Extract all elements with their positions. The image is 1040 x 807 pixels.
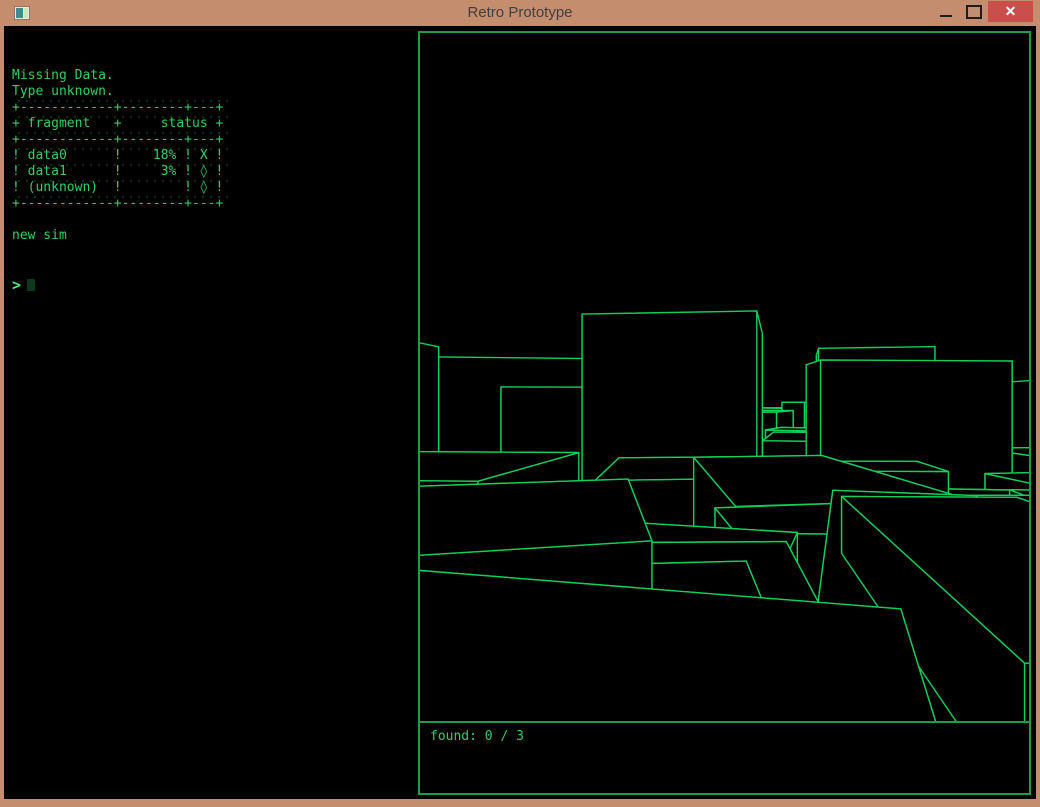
- terminal-line: new sim: [12, 228, 412, 244]
- maximize-button[interactable]: [960, 0, 988, 23]
- terminal-output: Missing Data.Type unknown.+------------+…: [12, 36, 412, 326]
- title-bar[interactable]: Retro Prototype ✕: [0, 0, 1040, 26]
- terminal-line: +------------+--------+---+: [12, 132, 230, 148]
- terminal-line: [12, 212, 412, 228]
- wireframe-scene-svg: [420, 33, 1029, 721]
- content-area: Missing Data.Type unknown.+------------+…: [4, 26, 1036, 799]
- minimize-icon: [940, 15, 952, 17]
- cursor-block: [27, 279, 35, 291]
- terminal-line: Type unknown.: [12, 84, 412, 100]
- found-counter: found: 0 / 3: [430, 729, 524, 744]
- app-window: Retro Prototype ✕ Missing Data.Type unkn…: [0, 0, 1040, 807]
- terminal-line: Missing Data.: [12, 68, 412, 84]
- close-icon: ✕: [1005, 3, 1017, 20]
- terminal-line: +------------+--------+---+: [12, 100, 230, 116]
- terminal-line: + fragment + status +: [12, 116, 230, 132]
- terminal-line: ! (unknown) ! ! ◊ !: [12, 180, 230, 196]
- wireframe-viewport[interactable]: [418, 31, 1031, 723]
- window-title: Retro Prototype: [0, 4, 1040, 21]
- terminal-line: ! data1 ! 3% ! ◊ !: [12, 164, 230, 180]
- maximize-icon: [966, 5, 982, 19]
- close-button[interactable]: ✕: [988, 1, 1033, 22]
- minimize-button[interactable]: [932, 0, 960, 23]
- status-panel: found: 0 / 3: [418, 721, 1031, 795]
- terminal-line: ! data0 ! 18% ! X !: [12, 148, 230, 164]
- command-prompt[interactable]: >: [12, 276, 412, 294]
- terminal-lines: Missing Data.Type unknown.+------------+…: [12, 68, 412, 244]
- terminal-line: +------------+--------+---+: [12, 196, 230, 212]
- prompt-symbol: >: [12, 277, 21, 293]
